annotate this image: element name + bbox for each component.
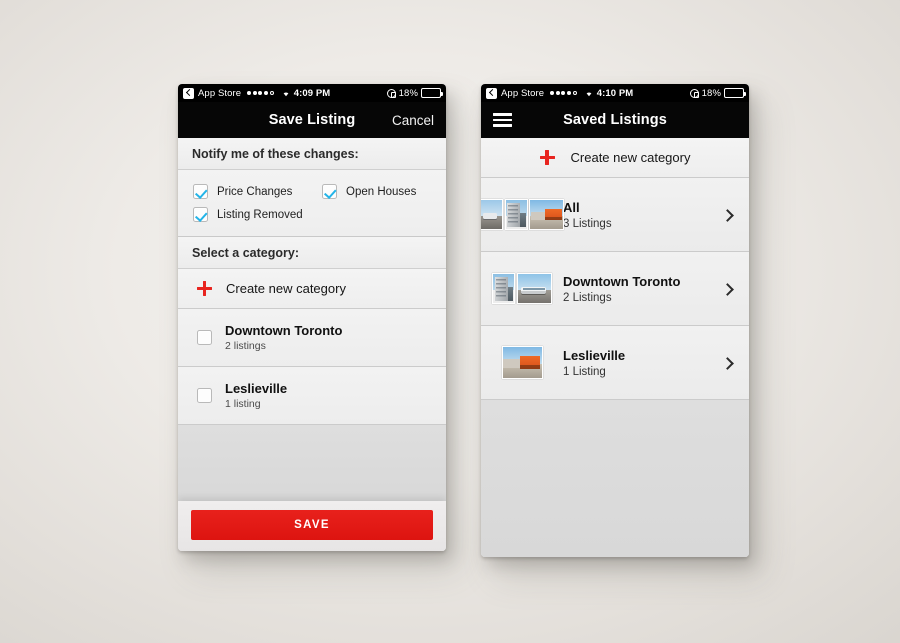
screen-save-listing: App Store 4:09 PM 18% Save Listing Cance… <box>178 84 446 551</box>
nav-bar-save-listing: Save Listing Cancel <box>178 102 446 138</box>
notify-options-row-1: Price Changes Open Houses <box>178 180 446 203</box>
category-title: Leslieville <box>225 381 288 396</box>
saved-category-count: 2 Listings <box>563 291 612 304</box>
saved-category-text-all: All 3 Listings <box>563 200 722 230</box>
phone-save-listing: App Store 4:09 PM 18% Save Listing Cance… <box>178 84 446 551</box>
screen-saved-listings: App Store 4:10 PM 18% Saved Listings Cre… <box>481 84 749 557</box>
category-row-downtown-toronto[interactable]: Downtown Toronto 2 listings <box>178 309 446 367</box>
plus-icon <box>539 150 555 165</box>
saved-category-text-leslieville: Leslieville 1 Listing <box>563 348 722 378</box>
battery-percent-label: 18% <box>398 87 418 99</box>
saved-category-title: Leslieville <box>563 347 626 363</box>
phone-saved-listings: App Store 4:10 PM 18% Saved Listings Cre… <box>481 84 749 557</box>
create-new-category-button[interactable]: Create new category <box>481 138 749 178</box>
category-checkbox-downtown-toronto[interactable] <box>197 330 212 345</box>
battery-icon <box>724 88 746 98</box>
create-new-category-label: Create new category <box>226 281 346 296</box>
hamburger-menu-icon[interactable] <box>493 113 512 127</box>
create-new-category-label: Create new category <box>570 150 691 165</box>
status-bar-right: 18% <box>386 87 443 99</box>
battery-percent-label: 18% <box>701 87 721 99</box>
save-button[interactable]: SAVE <box>191 510 433 540</box>
chevron-right-icon[interactable] <box>722 209 734 221</box>
save-bar: SAVE <box>178 501 446 551</box>
category-text-downtown-toronto: Downtown Toronto 2 listings <box>225 323 342 352</box>
category-row-leslieville[interactable]: Leslieville 1 listing <box>178 367 446 425</box>
cancel-button[interactable]: Cancel <box>392 113 434 128</box>
checkbox-listing-removed-label: Listing Removed <box>217 208 303 221</box>
checkbox-open-houses-box[interactable] <box>322 184 337 199</box>
checkbox-open-houses-label: Open Houses <box>346 185 417 198</box>
chevron-right-icon[interactable] <box>722 357 734 369</box>
page-title: Saved Listings <box>563 112 667 128</box>
content-save-listing: Notify me of these changes: Price Change… <box>178 138 446 551</box>
saved-category-row-leslieville[interactable]: Leslieville 1 Listing <box>481 326 749 400</box>
thumbnail-group <box>481 199 564 230</box>
category-checkbox-leslieville[interactable] <box>197 388 212 403</box>
saved-category-title: Downtown Toronto <box>563 273 681 289</box>
category-subtitle: 1 listing <box>225 398 261 410</box>
notify-options-panel: Price Changes Open Houses Listing Remove… <box>178 170 446 237</box>
create-new-category-button[interactable]: Create new category <box>178 269 446 309</box>
saved-category-title: All <box>563 199 580 215</box>
nav-bar-saved-listings: Saved Listings <box>481 102 749 138</box>
checkbox-listing-removed[interactable]: Listing Removed <box>178 207 320 222</box>
notify-section-header: Notify me of these changes: <box>178 138 446 170</box>
category-section-header: Select a category: <box>178 237 446 269</box>
plus-icon <box>197 281 212 296</box>
content-saved-listings: Create new category All 3 Listings Downt… <box>481 138 749 557</box>
thumbnail-group <box>481 346 563 379</box>
empty-space <box>481 400 749 557</box>
saved-category-text-downtown-toronto: Downtown Toronto 2 Listings <box>563 274 722 304</box>
saved-category-count: 3 Listings <box>563 217 612 230</box>
checkbox-price-changes[interactable]: Price Changes <box>178 184 320 199</box>
status-bar: App Store 4:10 PM 18% <box>481 84 749 102</box>
category-text-leslieville: Leslieville 1 listing <box>225 381 287 410</box>
category-subtitle: 2 listings <box>225 340 266 352</box>
checkbox-listing-removed-box[interactable] <box>193 207 208 222</box>
checkbox-price-changes-label: Price Changes <box>217 185 293 198</box>
checkbox-open-houses[interactable]: Open Houses <box>320 184 416 199</box>
checkbox-price-changes-box[interactable] <box>193 184 208 199</box>
saved-category-count: 1 Listing <box>563 365 606 378</box>
chevron-right-icon[interactable] <box>722 283 734 295</box>
listing-thumbnail-icon <box>501 346 543 379</box>
status-bar-right: 18% <box>689 87 746 99</box>
listing-thumbnail-icon <box>529 199 564 230</box>
listing-thumbnail-icon <box>492 273 516 304</box>
battery-icon <box>421 88 443 98</box>
listing-thumbnail-icon <box>516 273 552 304</box>
notify-options-row-2: Listing Removed <box>178 203 446 226</box>
status-bar: App Store 4:09 PM 18% <box>178 84 446 102</box>
rotation-lock-icon <box>386 88 396 98</box>
saved-category-row-all[interactable]: All 3 Listings <box>481 178 749 252</box>
thumbnail-group <box>481 273 563 304</box>
rotation-lock-icon <box>689 88 699 98</box>
empty-space <box>178 425 446 501</box>
category-title: Downtown Toronto <box>225 323 343 338</box>
saved-category-row-downtown-toronto[interactable]: Downtown Toronto 2 Listings <box>481 252 749 326</box>
listing-thumbnail-icon <box>504 199 528 230</box>
listing-thumbnail-icon <box>481 199 503 230</box>
